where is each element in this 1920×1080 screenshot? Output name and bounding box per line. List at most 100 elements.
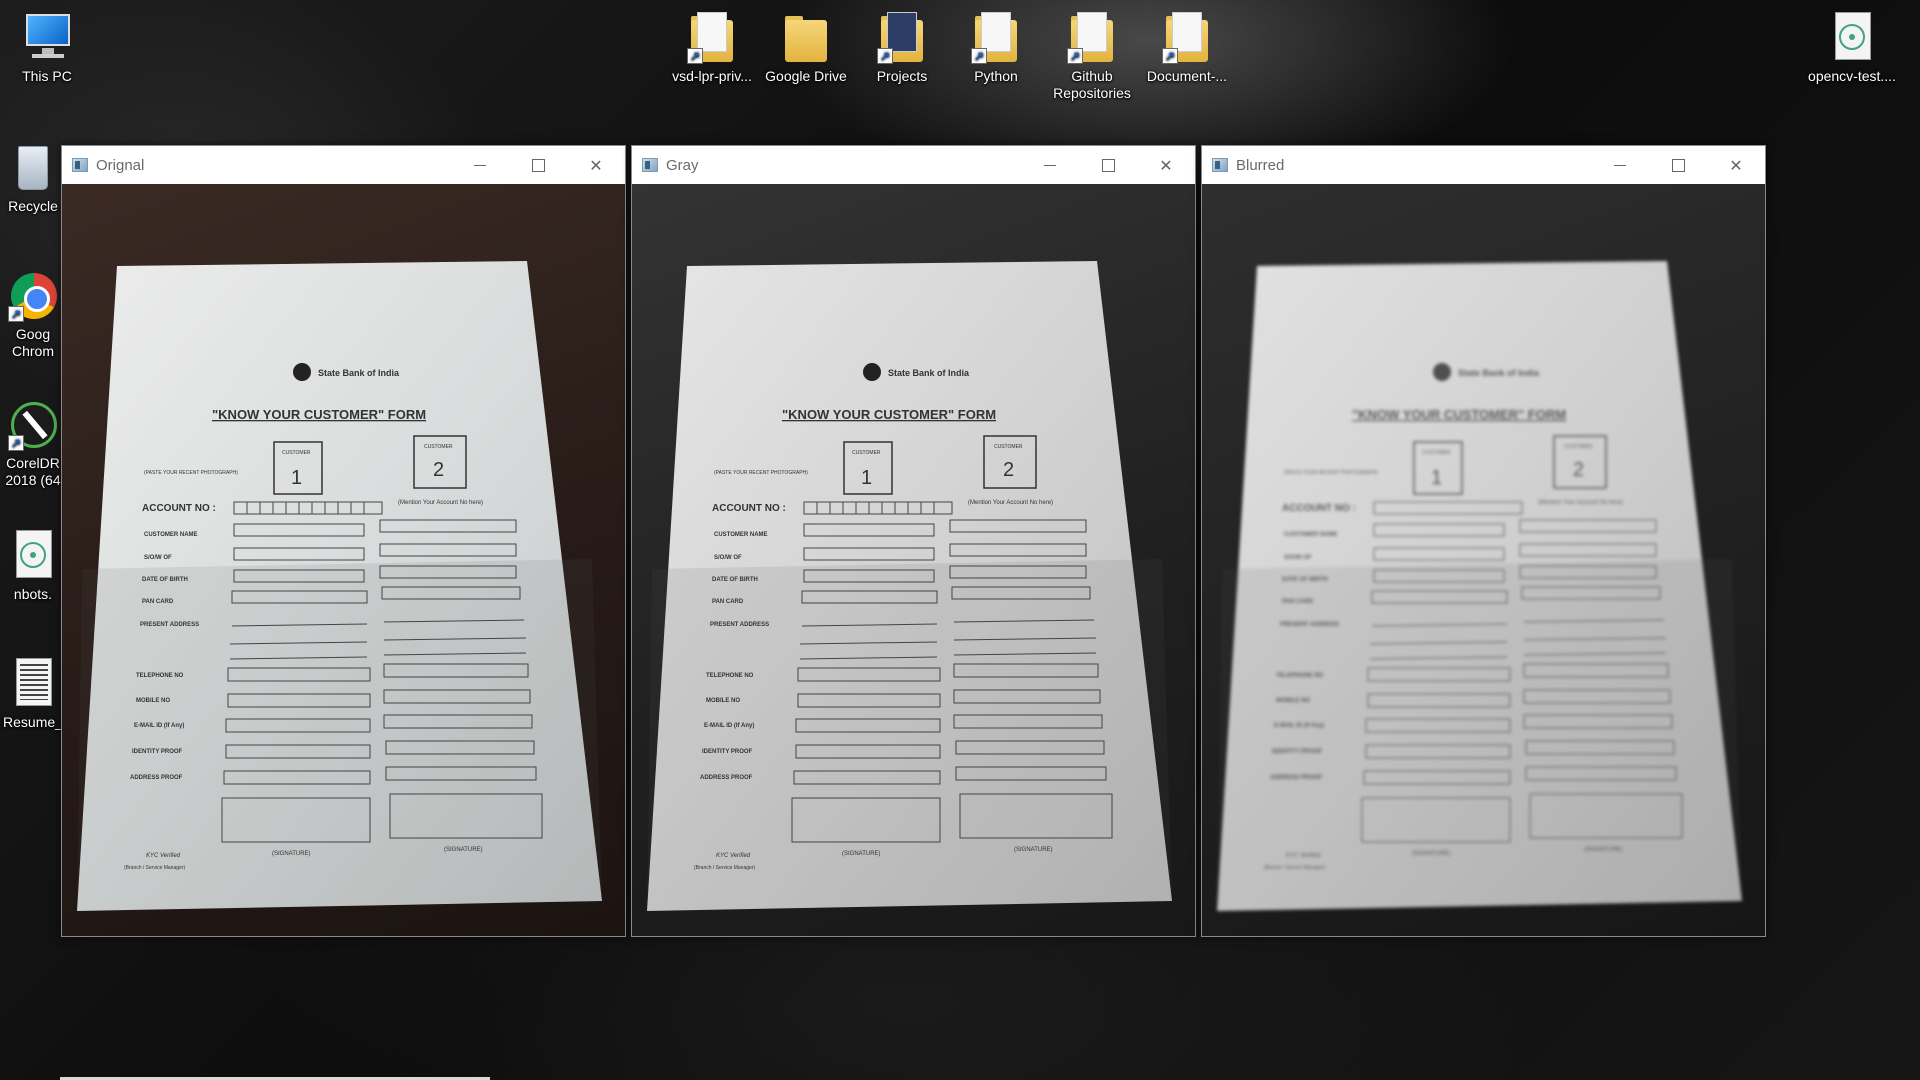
bank-name: State Bank of India: [888, 368, 970, 378]
account-hint: (Mention Your Account No here): [398, 500, 483, 506]
atom-file-icon: [1825, 10, 1879, 64]
opencv-window-icon: [72, 158, 88, 172]
field-label: CUSTOMER NAME: [144, 532, 198, 538]
customer-1-number: 1: [291, 467, 302, 489]
desktop-icon-this-pc[interactable]: This PC: [0, 10, 102, 85]
bank-name: State Bank of India: [318, 368, 400, 378]
kyc-sub-label: (Branch / Service Manager): [124, 865, 185, 871]
desktop-icon-label: Document-...: [1146, 68, 1228, 84]
kyc-verified-label: KYC Verified: [1286, 853, 1321, 859]
desktop-icon-label: Goog Chrom: [11, 326, 54, 359]
customer-label: CUSTOMER: [424, 444, 453, 450]
window-title: Gray: [666, 156, 699, 174]
folder-shortcut-icon: ↗: [875, 10, 929, 64]
field-label: PAN CARD: [142, 599, 174, 605]
close-button[interactable]: [1707, 146, 1765, 184]
kyc-verified-label: KYC Verified: [716, 853, 751, 859]
shortcut-arrow-icon: ↗: [877, 48, 893, 64]
field-label: E-MAIL ID (If Any): [1274, 723, 1324, 729]
customer-label: CUSTOMER: [282, 450, 311, 456]
minimize-button[interactable]: [1021, 146, 1079, 184]
window-titlebar[interactable]: Orignal: [62, 146, 625, 184]
desktop-icon-opencv-test[interactable]: opencv-test....: [1797, 10, 1907, 85]
window-titlebar[interactable]: Blurred: [1202, 146, 1765, 184]
field-label: ADDRESS PROOF: [130, 775, 183, 781]
field-label: CUSTOMER NAME: [714, 532, 768, 538]
field-label: PRESENT ADDRESS: [1280, 622, 1339, 628]
signature-label: (SIGNATURE): [272, 851, 311, 857]
field-label: MOBILE NO: [706, 698, 740, 704]
window-blurred[interactable]: Blurred State Bank of India "KNOW YOUR C…: [1201, 145, 1766, 937]
folder-shortcut-icon: ↗: [685, 10, 739, 64]
resume-document-icon: [6, 656, 60, 710]
shortcut-arrow-icon: ↗: [687, 48, 703, 64]
kyc-form-photo: State Bank of India "KNOW YOUR CUSTOMER"…: [647, 261, 1172, 911]
desktop-icon-label: Google Drive: [765, 68, 847, 84]
field-label: ADDRESS PROOF: [700, 775, 753, 781]
desktop-icon-label: Python: [974, 68, 1018, 84]
customer-label: CUSTOMER: [1422, 450, 1451, 456]
field-label: IDENTITY PROOF: [702, 749, 753, 755]
customer-label: CUSTOMER: [852, 450, 881, 456]
photo-hint: (PASTE YOUR RECENT PHOTOGRAPH): [144, 470, 238, 476]
minimize-button[interactable]: [1591, 146, 1649, 184]
field-label: MOBILE NO: [136, 698, 170, 704]
form-title: "KNOW YOUR CUSTOMER" FORM: [212, 407, 426, 422]
window-title: Orignal: [96, 156, 145, 174]
maximize-button[interactable]: [1649, 146, 1707, 184]
window-gray[interactable]: Gray State Bank of India "KNOW YOUR CUST…: [631, 145, 1196, 937]
image-display-blurred: State Bank of India "KNOW YOUR CUSTOMER"…: [1202, 184, 1765, 936]
folder-shortcut-icon: ↗: [969, 10, 1023, 64]
minimize-button[interactable]: [451, 146, 509, 184]
field-label: CUSTOMER NAME: [1284, 532, 1338, 538]
desktop-icon-label: This PC: [22, 68, 72, 84]
field-label: IDENTITY PROOF: [1272, 749, 1323, 755]
field-label: PAN CARD: [712, 599, 744, 605]
close-button[interactable]: [1137, 146, 1195, 184]
desktop-icon-github-repositories[interactable]: ↗ Github Repositories: [1037, 10, 1147, 102]
signature-label: (SIGNATURE): [842, 851, 881, 857]
field-label: E-MAIL ID (If Any): [704, 723, 754, 729]
customer-2-number: 2: [1003, 459, 1014, 481]
field-label: S/O/W OF: [1284, 555, 1312, 561]
desktop-icon-document[interactable]: ↗ Document-...: [1132, 10, 1242, 85]
kyc-form-photo: State Bank of India "KNOW YOUR CUSTOMER"…: [77, 261, 602, 911]
kyc-form-photo: State Bank of India "KNOW YOUR CUSTOMER"…: [1217, 261, 1742, 911]
opencv-window-icon: [642, 158, 658, 172]
field-label: S/O/W OF: [144, 555, 172, 561]
coreldraw-icon: ↗: [6, 397, 60, 451]
folder-shortcut-icon: ↗: [1160, 10, 1214, 64]
signature-label: (SIGNATURE): [1584, 847, 1623, 853]
shortcut-arrow-icon: ↗: [8, 435, 24, 451]
field-label: PRESENT ADDRESS: [140, 622, 199, 628]
desktop-icon-python[interactable]: ↗ Python: [941, 10, 1051, 85]
account-hint: (Mention Your Account No here): [968, 500, 1053, 506]
account-hint: (Mention Your Account No here): [1538, 500, 1623, 506]
atom-file-icon: [6, 528, 60, 582]
bank-name: State Bank of India: [1458, 368, 1540, 378]
shortcut-arrow-icon: ↗: [1067, 48, 1083, 64]
customer-label: CUSTOMER: [994, 444, 1023, 450]
form-title: "KNOW YOUR CUSTOMER" FORM: [782, 407, 996, 422]
desktop-icon-google-drive[interactable]: Google Drive: [751, 10, 861, 85]
window-titlebar[interactable]: Gray: [632, 146, 1195, 184]
maximize-button[interactable]: [509, 146, 567, 184]
shortcut-arrow-icon: ↗: [1162, 48, 1178, 64]
window-original[interactable]: Orignal State Bank of India "KNOW YOUR C…: [61, 145, 626, 937]
folder-shortcut-icon: ↗: [1065, 10, 1119, 64]
customer-1-number: 1: [1431, 467, 1442, 489]
field-label: TELEPHONE NO: [1276, 673, 1324, 679]
kyc-verified-label: KYC Verified: [146, 853, 181, 859]
shortcut-arrow-icon: ↗: [971, 48, 987, 64]
opencv-window-icon: [1212, 158, 1228, 172]
this-pc-icon: [20, 10, 74, 64]
shortcut-arrow-icon: ↗: [8, 306, 24, 322]
field-label: E-MAIL ID (If Any): [134, 723, 184, 729]
field-label: DATE OF BIRTH: [1282, 577, 1328, 583]
close-button[interactable]: [567, 146, 625, 184]
form-title: "KNOW YOUR CUSTOMER" FORM: [1352, 407, 1566, 422]
field-label: PRESENT ADDRESS: [710, 622, 769, 628]
photo-hint: (PASTE YOUR RECENT PHOTOGRAPH): [1284, 470, 1378, 476]
kyc-sub-label: (Branch / Service Manager): [694, 865, 755, 871]
maximize-button[interactable]: [1079, 146, 1137, 184]
